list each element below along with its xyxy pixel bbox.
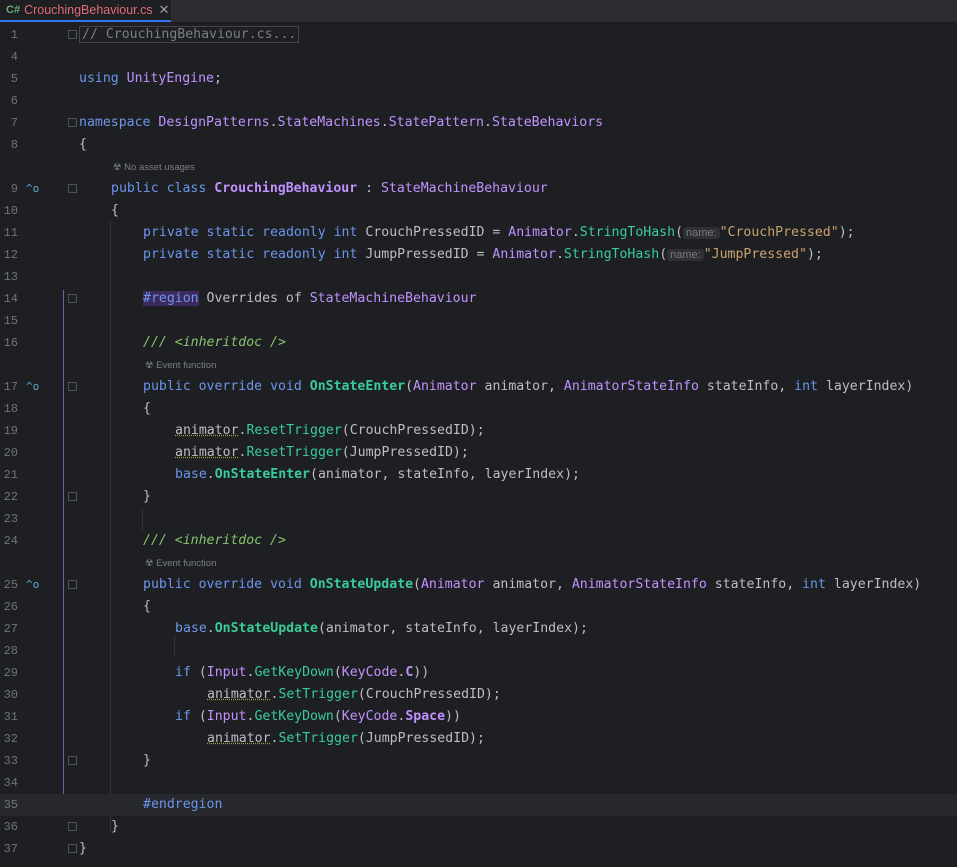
code-line[interactable]: 10{: [0, 200, 957, 222]
param-name-hint: name:: [667, 249, 704, 261]
code-line[interactable]: 1// CrouchingBehaviour.cs...: [0, 24, 957, 46]
code-line[interactable]: 5 using UnityEngine;: [0, 68, 957, 90]
code-line[interactable]: 24/// <inheritdoc />: [0, 530, 957, 552]
code-line[interactable]: 11 private static readonly int CrouchPres…: [0, 222, 957, 244]
csharp-file-icon: C#: [6, 4, 21, 16]
code-line-current[interactable]: 35 #endregion: [0, 794, 957, 816]
event-function-hint[interactable]: ☢ Event function: [145, 558, 216, 569]
no-asset-usages-hint[interactable]: ☢ No asset usages: [113, 162, 195, 173]
code-line[interactable]: 12 private static readonly int JumpPresse…: [0, 244, 957, 266]
code-line[interactable]: 19 animator.ResetTrigger(CrouchPressedID)…: [0, 420, 957, 442]
editor-tab-bar: C# CrouchingBehaviour.cs ✕: [0, 0, 957, 23]
code-line[interactable]: 22}: [0, 486, 957, 508]
code-line[interactable]: 37}: [0, 838, 957, 860]
unity-event-icon: ☢: [145, 558, 157, 569]
code-line[interactable]: 18{: [0, 398, 957, 420]
code-line[interactable]: 25 public override void OnStateUpdate(Ani…: [0, 574, 957, 596]
code-line[interactable]: 28: [0, 640, 957, 662]
param-name-hint: name:: [683, 227, 720, 239]
code-line[interactable]: 26{: [0, 596, 957, 618]
code-line[interactable]: 17 public override void OnStateEnter(Anim…: [0, 376, 957, 398]
code-line[interactable]: 32 animator.SetTrigger(JumpPressedID);: [0, 728, 957, 750]
code-line[interactable]: 27 base.OnStateUpdate(animator, stateInfo…: [0, 618, 957, 640]
code-editor[interactable]: ^o ^o ^o ☢ No asset usages ☢ Event funct…: [0, 24, 957, 867]
code-line[interactable]: 7 namespace DesignPatterns.StateMachines.…: [0, 112, 957, 134]
tab-filename: CrouchingBehaviour.cs: [24, 3, 153, 17]
code-line[interactable]: 16/// <inheritdoc />: [0, 332, 957, 354]
unity-event-icon: ☢: [145, 360, 157, 371]
code-line[interactable]: 20 animator.ResetTrigger(JumpPressedID);: [0, 442, 957, 464]
code-line[interactable]: 8{: [0, 134, 957, 156]
code-line[interactable]: 13: [0, 266, 957, 288]
code-line[interactable]: 14 #region Overrides of StateMachineBehav…: [0, 288, 957, 310]
code-line[interactable]: 34: [0, 772, 957, 794]
code-line[interactable]: 31 if (Input.GetKeyDown(KeyCode.Space)): [0, 706, 957, 728]
code-line[interactable]: 6: [0, 90, 957, 112]
event-function-hint[interactable]: ☢ Event function: [145, 360, 216, 371]
code-line[interactable]: 36}: [0, 816, 957, 838]
code-line[interactable]: 33}: [0, 750, 957, 772]
code-line[interactable]: 23: [0, 508, 957, 530]
close-icon[interactable]: ✕: [159, 2, 170, 18]
code-line[interactable]: 29 if (Input.GetKeyDown(KeyCode.C)): [0, 662, 957, 684]
code-line[interactable]: 21 base.OnStateEnter(animator, stateInfo,…: [0, 464, 957, 486]
code-line[interactable]: 4: [0, 46, 957, 68]
unity-event-icon: ☢: [113, 162, 125, 173]
code-line[interactable]: 15: [0, 310, 957, 332]
code-line[interactable]: 30 animator.SetTrigger(CrouchPressedID);: [0, 684, 957, 706]
tab-crouchingbehaviour[interactable]: C# CrouchingBehaviour.cs ✕: [0, 0, 171, 22]
code-line[interactable]: 9 public class CrouchingBehaviour : State…: [0, 178, 957, 200]
folded-comment[interactable]: // CrouchingBehaviour.cs...: [79, 26, 300, 43]
